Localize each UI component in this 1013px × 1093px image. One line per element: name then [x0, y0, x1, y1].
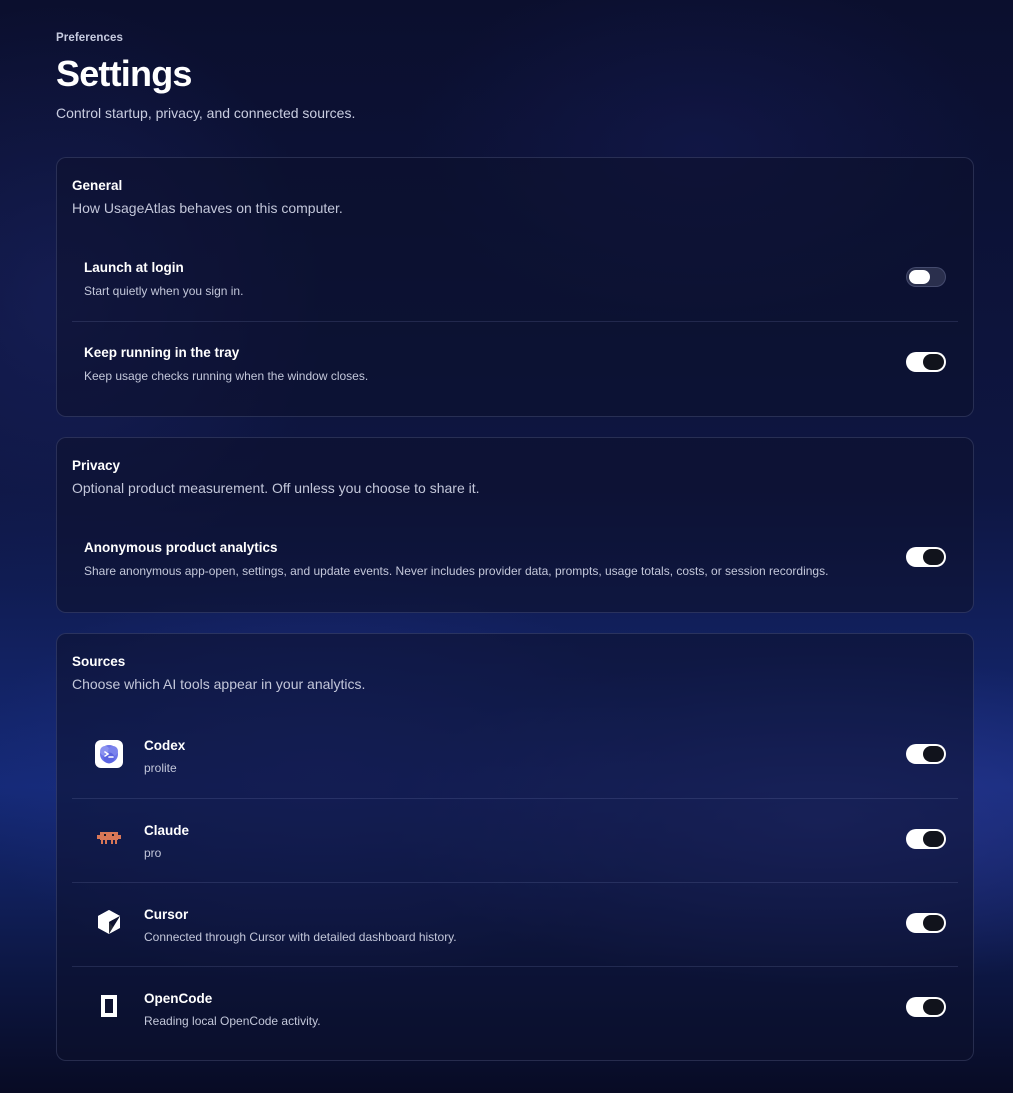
- settings-page: Preferences Settings Control startup, pr…: [56, 0, 976, 1061]
- setting-description: Share anonymous app-open, settings, and …: [84, 564, 829, 578]
- toggle-knob: [923, 999, 944, 1015]
- toggle-knob: [923, 915, 944, 931]
- setting-label: Launch at login: [84, 260, 184, 275]
- setting-description: Keep usage checks running when the windo…: [84, 369, 369, 383]
- privacy-description: Optional product measurement. Off unless…: [72, 480, 480, 496]
- general-description: How UsageAtlas behaves on this computer.: [72, 200, 343, 216]
- setting-row-keep-running: Keep running in the tray Keep usage chec…: [72, 345, 958, 385]
- source-name: Codex: [144, 738, 186, 753]
- claude-toggle[interactable]: [906, 829, 946, 849]
- source-row-cursor: Cursor Connected through Cursor with det…: [72, 903, 958, 947]
- anonymous-analytics-toggle[interactable]: [906, 547, 946, 567]
- opencode-toggle[interactable]: [906, 997, 946, 1017]
- source-row-codex: Codex prolite: [72, 734, 958, 778]
- privacy-title: Privacy: [72, 458, 121, 473]
- sources-description: Choose which AI tools appear in your ana…: [72, 676, 366, 692]
- toggle-knob: [923, 549, 944, 565]
- divider: [72, 798, 958, 799]
- source-name: Claude: [144, 823, 190, 838]
- toggle-knob: [923, 354, 944, 370]
- page-eyebrow: Preferences: [56, 32, 123, 44]
- setting-row-anonymous-analytics: Anonymous product analytics Share anonym…: [72, 540, 958, 580]
- source-detail: pro: [144, 846, 162, 860]
- source-name: Cursor: [144, 907, 189, 922]
- launch-at-login-toggle[interactable]: [906, 267, 946, 287]
- setting-label: Keep running in the tray: [84, 345, 240, 360]
- source-detail: Connected through Cursor with detailed d…: [144, 930, 457, 944]
- setting-label: Anonymous product analytics: [84, 540, 278, 555]
- page-title: Settings: [56, 53, 192, 94]
- cursor-icon: [95, 908, 123, 936]
- source-row-opencode: OpenCode Reading local OpenCode activity…: [72, 987, 958, 1031]
- opencode-icon: [95, 992, 123, 1020]
- keep-running-toggle[interactable]: [906, 352, 946, 372]
- divider: [72, 321, 958, 322]
- page-subtitle: Control startup, privacy, and connected …: [56, 105, 356, 121]
- claude-icon: [95, 824, 123, 852]
- source-row-claude: Claude pro: [72, 819, 958, 863]
- general-card: General How UsageAtlas behaves on this c…: [56, 157, 974, 417]
- source-name: OpenCode: [144, 991, 213, 1006]
- setting-row-launch-at-login: Launch at login Start quietly when you s…: [72, 260, 958, 300]
- codex-icon: [95, 740, 123, 768]
- sources-card: Sources Choose which AI tools appear in …: [56, 633, 974, 1061]
- divider: [72, 882, 958, 883]
- source-detail: prolite: [144, 761, 177, 775]
- general-title: General: [72, 178, 123, 193]
- codex-toggle[interactable]: [906, 744, 946, 764]
- source-detail: Reading local OpenCode activity.: [144, 1014, 321, 1028]
- cursor-toggle[interactable]: [906, 913, 946, 933]
- privacy-card: Privacy Optional product measurement. Of…: [56, 437, 974, 613]
- sources-title: Sources: [72, 654, 126, 669]
- toggle-knob: [923, 746, 944, 762]
- divider: [72, 966, 958, 967]
- toggle-knob: [923, 831, 944, 847]
- setting-description: Start quietly when you sign in.: [84, 284, 244, 298]
- toggle-knob: [909, 270, 930, 284]
